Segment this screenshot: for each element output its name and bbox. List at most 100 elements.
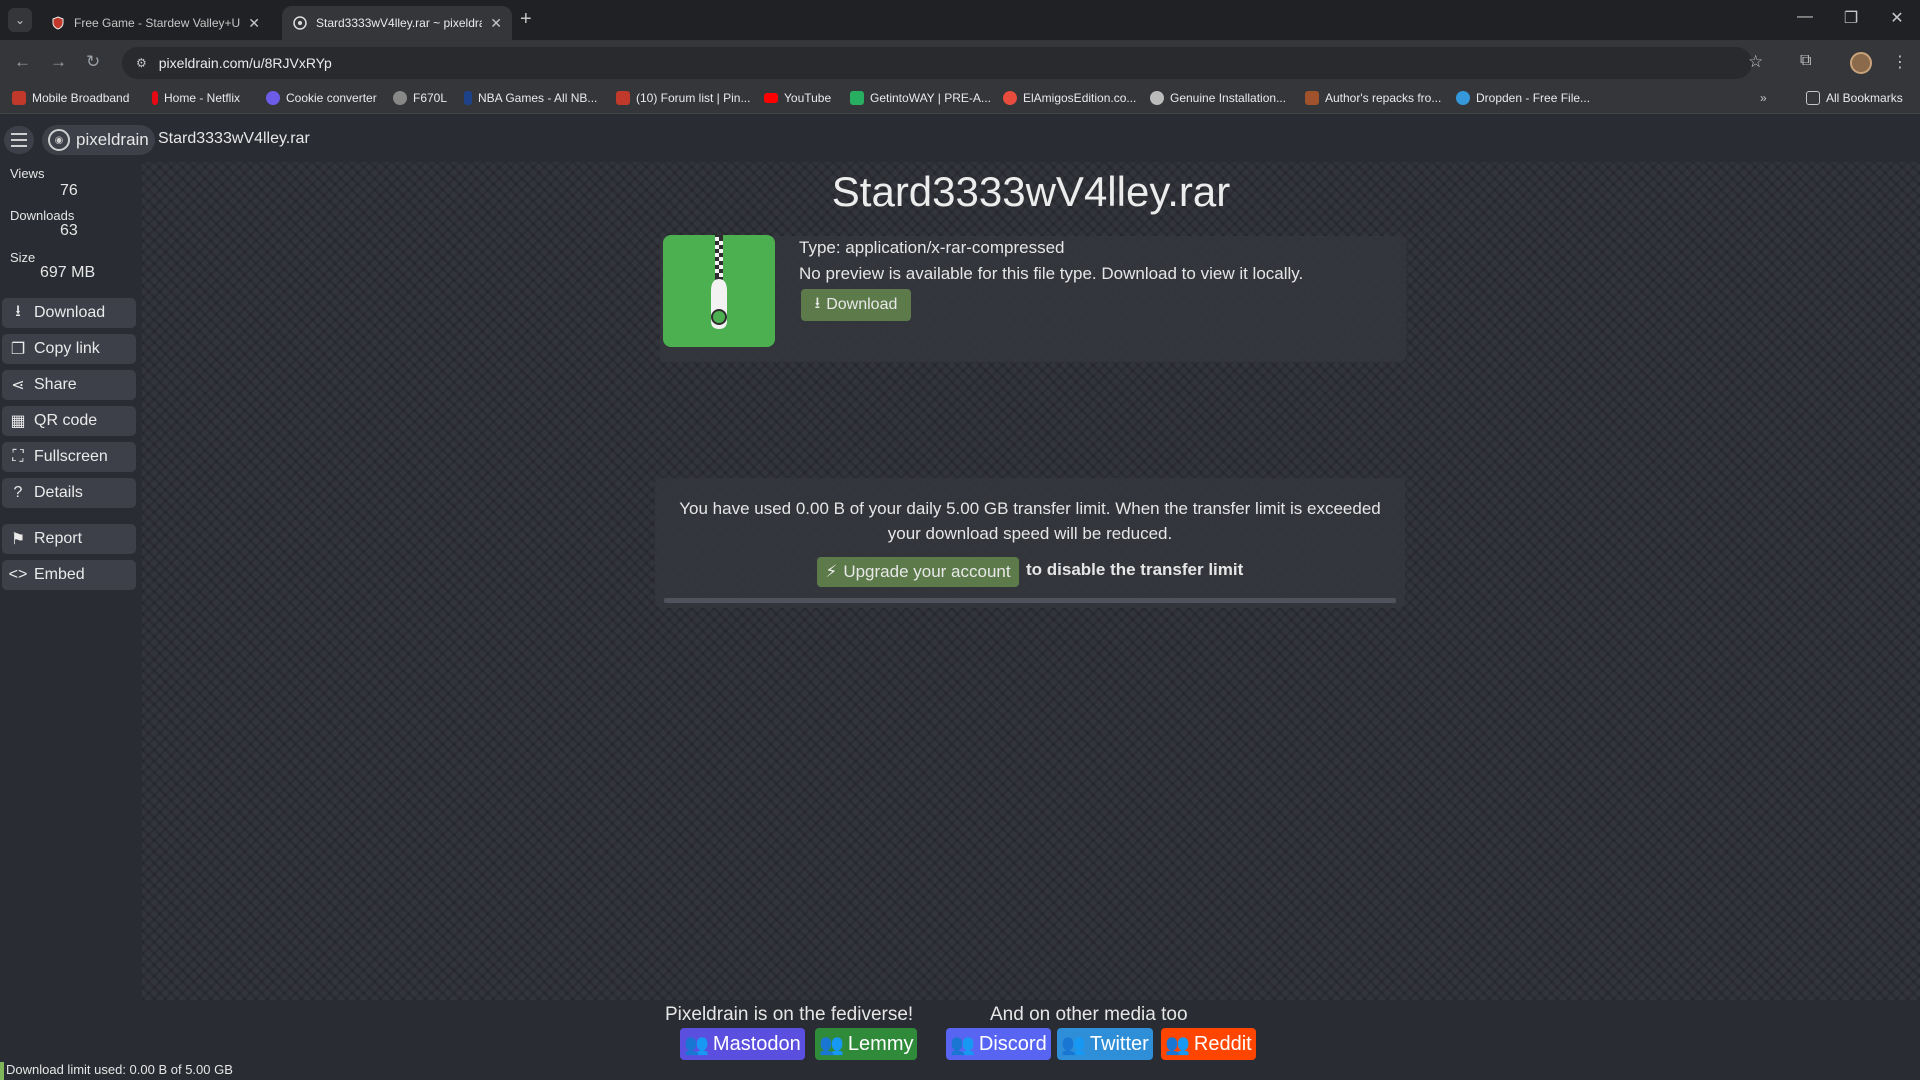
report-button[interactable]: ⚑ Report <box>2 524 136 554</box>
details-button[interactable]: ? Details <box>2 478 136 508</box>
users-icon: 👥 <box>819 1033 844 1056</box>
folder-icon <box>1806 91 1820 105</box>
users-icon: 👥 <box>1165 1033 1190 1056</box>
qr-icon: ▦ <box>10 413 26 430</box>
bookmark-item[interactable]: Dropden - Free File... <box>1456 91 1590 105</box>
tab-strip: ⌄ Free Game - Stardew Valley+Up ✕ Stard3… <box>0 0 1920 40</box>
size-label: Size <box>10 250 36 265</box>
close-tab-icon[interactable]: ✕ <box>248 15 260 32</box>
size-value: 697 MB <box>40 264 96 281</box>
help-icon: ? <box>13 484 23 501</box>
all-bookmarks-button[interactable]: All Bookmarks <box>1806 91 1903 105</box>
users-icon: 👥 <box>950 1033 975 1056</box>
brand-name: pixeldrain <box>76 130 149 149</box>
discord-link[interactable]: 👥 Discord <box>946 1028 1051 1060</box>
bookmark-item[interactable]: Cookie converter <box>266 91 377 105</box>
qr-code-button[interactable]: ▦ QR code <box>2 406 136 436</box>
url-text: pixeldrain.com/u/8RJVxRYp <box>158 55 332 71</box>
flag-icon: ⚑ <box>10 531 26 548</box>
bookmark-favicon-icon <box>1003 91 1017 105</box>
bookmark-item[interactable]: ElAmigosEdition.co... <box>1003 91 1136 105</box>
bookmark-favicon-icon <box>850 91 864 105</box>
tab-title: Stard3333wV4lley.rar ~ pixeldra <box>316 16 483 30</box>
address-bar[interactable]: ⚙ pixeldrain.com/u/8RJVxRYp <box>122 47 1752 79</box>
forward-arrow-icon[interactable]: → <box>50 52 67 72</box>
download-limit-status: Download limit used: 0.00 B of 5.00 GB <box>6 1062 233 1077</box>
embed-button[interactable]: <> Embed <box>2 560 136 590</box>
bookmark-item[interactable]: Mobile Broadband <box>12 91 129 105</box>
tab-pixeldrain[interactable]: Stard3333wV4lley.rar ~ pixeldra ✕ <box>282 6 512 40</box>
bookmark-item[interactable]: GetintoWAY | PRE-A... <box>850 91 991 105</box>
lightning-icon: ⚡ <box>825 562 838 581</box>
bookmark-favicon-icon <box>1305 91 1319 105</box>
shield-favicon-icon <box>50 15 66 31</box>
share-icon: ⋖ <box>11 377 25 394</box>
globe-icon <box>393 91 407 105</box>
header-filename: Stard3333wV4lley.rar <box>158 130 310 147</box>
mastodon-link[interactable]: 👥 Mastodon <box>680 1028 805 1060</box>
fediverse-text: Pixeldrain is on the fediverse! <box>665 1004 914 1025</box>
tab-search-button[interactable]: ⌄ <box>8 8 32 32</box>
bookmark-favicon-icon <box>266 91 280 105</box>
bookmark-item[interactable]: NBA Games - All NB... <box>464 91 597 105</box>
nba-icon <box>464 91 472 105</box>
other-media-text: And on other media too <box>990 1004 1188 1025</box>
profile-avatar[interactable] <box>1850 52 1872 74</box>
tab-stardew[interactable]: Free Game - Stardew Valley+Up ✕ <box>40 6 270 40</box>
cloud-icon <box>1456 91 1470 105</box>
viewer-download-button[interactable]: ⭳ Download <box>801 289 911 321</box>
restore-button[interactable]: ❐ <box>1836 8 1866 28</box>
back-arrow-icon[interactable]: ← <box>14 52 31 72</box>
copy-link-button[interactable]: ❐ Copy link <box>2 334 136 364</box>
menu-hamburger-icon[interactable] <box>4 126 34 154</box>
download-icon: ⭳ <box>15 302 21 320</box>
bookmark-item[interactable]: Author's repacks fro... <box>1305 91 1441 105</box>
pixeldrain-favicon-icon <box>292 15 308 31</box>
downloads-value: 63 <box>60 222 78 239</box>
bookmarks-overflow-icon[interactable]: » <box>1760 91 1767 105</box>
pixeldrain-page: ◉ pixeldrain Stard3333wV4lley.rar Views … <box>0 114 1920 1080</box>
upgrade-tail-text: to disable the transfer limit <box>1026 560 1244 579</box>
copy-icon: ❐ <box>10 341 26 358</box>
pixeldrain-logo-icon: ◉ <box>48 129 70 151</box>
pixeldrain-home-link[interactable]: ◉ pixeldrain <box>42 125 155 155</box>
chevron-down-icon: ⌄ <box>14 13 26 27</box>
users-icon: 👥 <box>1061 1033 1086 1056</box>
twitter-link[interactable]: 👥 Twitter <box>1057 1028 1153 1060</box>
file-sidebar: Views 76 Downloads 63 Size 697 MB ⭳ Downl… <box>0 162 140 1042</box>
minimize-button[interactable]: — <box>1790 8 1820 26</box>
bookmark-item[interactable]: Home - Netflix <box>152 91 240 105</box>
close-window-button[interactable]: ✕ <box>1882 8 1912 28</box>
reload-icon[interactable]: ↻ <box>86 52 100 72</box>
views-value: 76 <box>60 182 78 199</box>
menu-kebab-icon[interactable]: ⋮ <box>1892 52 1908 72</box>
lemmy-link[interactable]: 👥 Lemmy <box>815 1028 918 1060</box>
upgrade-account-button[interactable]: ⚡ Upgrade your account <box>817 557 1019 587</box>
fullscreen-button[interactable]: ⛶ Fullscreen <box>2 442 136 472</box>
file-title: Stard3333wV4lley.rar <box>831 168 1231 215</box>
tab-title: Free Game - Stardew Valley+Up <box>74 16 241 30</box>
download-button[interactable]: ⭳ Download <box>2 298 136 328</box>
bookmark-item[interactable]: YouTube <box>764 91 831 105</box>
reddit-link[interactable]: 👥 Reddit <box>1161 1028 1256 1060</box>
site-info-icon[interactable]: ⚙ <box>136 56 147 70</box>
archive-file-icon <box>663 235 775 352</box>
bookmark-star-icon[interactable]: ☆ <box>1748 52 1763 72</box>
transfer-limit-text: You have used 0.00 B of your daily 5.00 … <box>679 499 1381 543</box>
bookmark-item[interactable]: F670L <box>393 91 447 105</box>
transfer-limit-progress <box>664 598 1396 603</box>
netflix-icon <box>152 91 158 105</box>
new-tab-button[interactable]: + <box>520 8 532 31</box>
gear-icon <box>1150 91 1164 105</box>
views-label: Views <box>10 166 45 181</box>
share-button[interactable]: ⋖ Share <box>2 370 136 400</box>
users-icon: 👥 <box>684 1033 709 1056</box>
shield-favicon-icon <box>616 91 630 105</box>
bookmark-item[interactable]: (10) Forum list | Pin... <box>616 91 750 105</box>
bookmark-favicon-icon <box>12 91 26 105</box>
extensions-icon[interactable]: ⧉ <box>1800 52 1811 70</box>
bookmark-item[interactable]: Genuine Installation... <box>1150 91 1286 105</box>
youtube-icon <box>764 93 778 103</box>
download-icon: ⭳ <box>814 294 821 312</box>
close-tab-icon[interactable]: ✕ <box>490 15 502 32</box>
